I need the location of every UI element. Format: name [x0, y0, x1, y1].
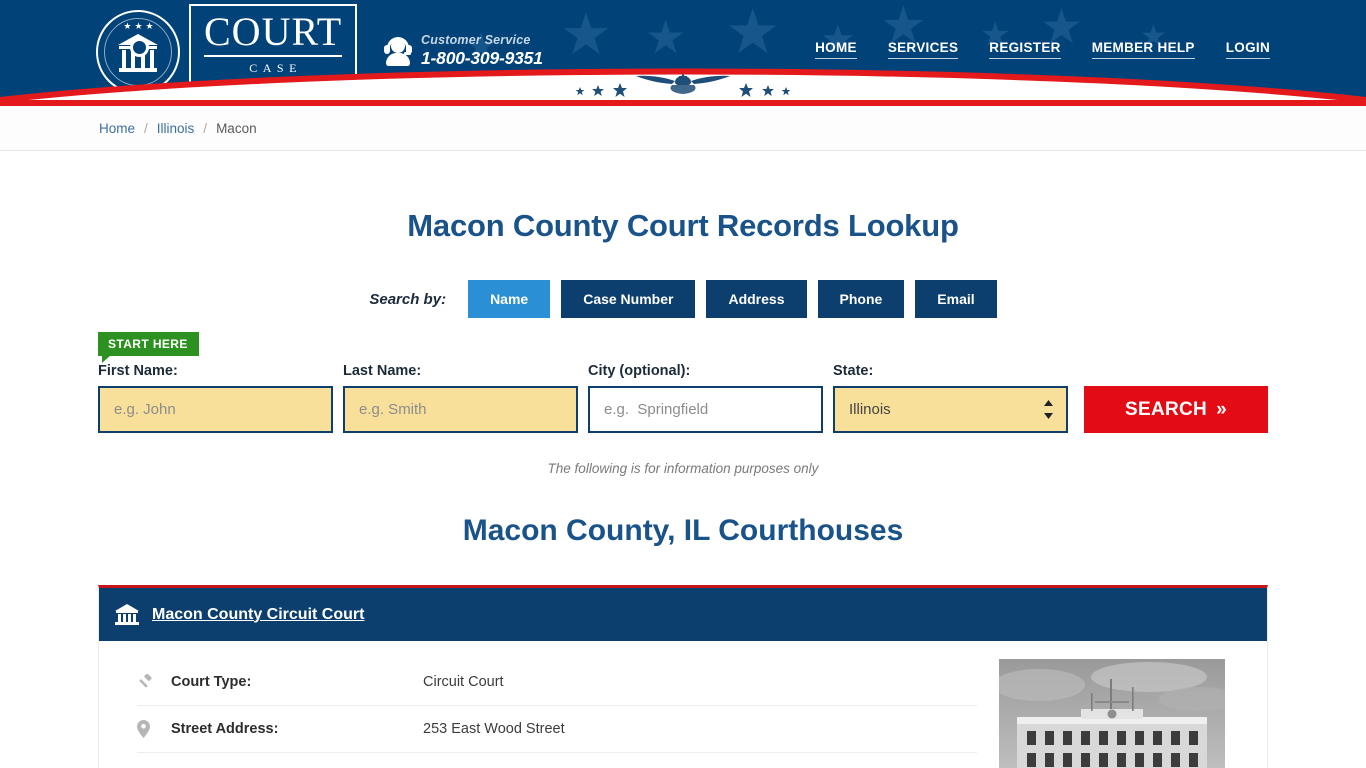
- court-card: Macon County Circuit Court Court Type: C: [98, 585, 1268, 768]
- section-title: Macon County, IL Courthouses: [462, 514, 904, 547]
- eagle-and-stars-icon: [575, 73, 791, 97]
- court-details-table: Court Type: Circuit Court Street Address…: [99, 659, 999, 768]
- court-type-label: Court Type:: [171, 674, 252, 690]
- tab-name[interactable]: Name: [468, 280, 551, 318]
- last-name-field-group: Last Name:: [343, 363, 578, 433]
- search-by-tabs: Search by: Name Case Number Address Phon…: [0, 280, 1366, 318]
- search-button-label: SEARCH: [1125, 398, 1208, 420]
- customer-service-label: Customer Service: [421, 33, 531, 47]
- nav-item-home[interactable]: HOME: [815, 40, 857, 59]
- nav-item-member-help[interactable]: MEMBER HELP: [1091, 40, 1195, 59]
- info-note: The following is for information purpose…: [547, 461, 819, 476]
- court-seal-icon: ★★★: [96, 10, 180, 94]
- breadcrumb: Home / Illinois / Macon: [0, 106, 1366, 151]
- breadcrumb-separator: /: [203, 120, 208, 136]
- search-button[interactable]: SEARCH »: [1084, 386, 1268, 433]
- last-name-input[interactable]: [343, 386, 578, 433]
- street-address-value: 253 East Wood Street: [423, 721, 565, 737]
- nav-item-login[interactable]: LOGIN: [1225, 40, 1270, 59]
- logo-sub-text: CASE FINDER: [237, 61, 314, 90]
- state-field-group: State: Illinois: [833, 363, 1068, 433]
- nav-item-services[interactable]: SERVICES: [887, 40, 959, 59]
- breadcrumb-separator: /: [144, 120, 148, 136]
- first-name-input[interactable]: [98, 386, 333, 433]
- start-here-badge: START HERE: [98, 332, 199, 363]
- table-row: Court Type: Circuit Court: [137, 659, 977, 706]
- page-title: Macon County Court Records Lookup: [407, 208, 959, 243]
- double-chevron-right-icon: »: [1216, 398, 1227, 420]
- table-row: City: Decatur: [137, 753, 977, 768]
- table-row: Street Address: 253 East Wood Street: [137, 706, 977, 753]
- nav-item-register[interactable]: REGISTER: [989, 40, 1061, 59]
- site-logo[interactable]: ★★★ COURT CASE FINDER: [96, 4, 358, 100]
- map-marker-icon: [137, 720, 171, 738]
- state-select[interactable]: Illinois: [833, 386, 1068, 433]
- first-name-label: First Name:: [98, 363, 178, 379]
- seal-stars-icon: ★★★: [123, 21, 157, 31]
- gavel-icon: [137, 673, 171, 691]
- search-form: START HERE First Name: Last Name: City (…: [98, 318, 1268, 433]
- tab-address[interactable]: Address: [706, 280, 807, 318]
- logo-main-text: COURT: [204, 11, 343, 57]
- first-name-field-group: First Name:: [98, 363, 333, 433]
- last-name-label: Last Name:: [343, 363, 422, 379]
- site-header: ★ ★ ★ ★ ★ ★ ★ ★ ★ ★★★ COURT CASE FINDER …: [0, 0, 1366, 100]
- magnifier-icon: [130, 38, 149, 57]
- tab-phone[interactable]: Phone: [817, 280, 905, 318]
- city-label: City (optional):: [588, 363, 691, 379]
- headset-support-icon: [384, 36, 412, 66]
- header-red-stripe: [0, 100, 1366, 106]
- bank-courthouse-icon: [115, 604, 139, 625]
- search-by-label: Search by:: [369, 290, 447, 308]
- main-content: Macon County Court Records Lookup Search…: [0, 151, 1366, 768]
- breadcrumb-item-macon: Macon: [216, 120, 257, 136]
- city-input[interactable]: [588, 386, 823, 433]
- courthouse-photo: [999, 659, 1225, 768]
- breadcrumb-item-home[interactable]: Home: [99, 121, 135, 136]
- street-address-label: Street Address:: [171, 721, 279, 737]
- customer-service-block: Customer Service 1-800-309-9351: [384, 33, 543, 68]
- court-photo-column: [999, 659, 1267, 768]
- state-label: State:: [833, 363, 874, 379]
- customer-service-phone[interactable]: 1-800-309-9351: [421, 49, 543, 68]
- tab-email[interactable]: Email: [915, 280, 997, 318]
- breadcrumb-item-illinois[interactable]: Illinois: [157, 121, 195, 136]
- tab-case-number[interactable]: Case Number: [561, 280, 696, 318]
- city-field-group: City (optional):: [588, 363, 823, 433]
- court-name-link[interactable]: Macon County Circuit Court: [152, 606, 364, 624]
- court-type-value: Circuit Court: [423, 674, 504, 690]
- main-navigation: HOME SERVICES REGISTER MEMBER HELP LOGIN: [815, 40, 1270, 59]
- court-card-header: Macon County Circuit Court: [99, 588, 1267, 641]
